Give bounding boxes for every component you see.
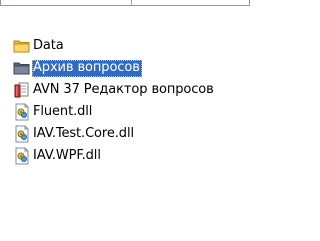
list-item-archive-folder[interactable]: Архив вопросов [13,57,315,79]
file-list: Data Архив вопросов AVN 37 Редактор вопр… [13,35,315,167]
field-divider [131,0,132,5]
list-item-fluent-dll[interactable]: Fluent.dll [13,101,315,123]
list-item-avn-editor[interactable]: AVN 37 Редактор вопросов [13,79,315,101]
folder-icon [13,37,31,55]
folder-icon [13,59,31,77]
app-exe-icon [13,81,31,99]
list-item-label: AVN 37 Редактор вопросов [33,81,214,97]
list-item-data-folder[interactable]: Data [13,35,315,57]
dll-file-icon [13,103,31,121]
list-item-iav-wpf-dll[interactable]: IAV.WPF.dll [13,145,315,167]
list-item-label: Архив вопросов [32,59,142,77]
dll-file-icon [13,125,31,143]
list-item-label: IAV.Test.Core.dll [33,125,134,141]
list-item-label: Data [33,37,64,53]
list-item-iav-test-core-dll[interactable]: IAV.Test.Core.dll [13,123,315,145]
dll-file-icon [13,147,31,165]
list-item-label: Fluent.dll [33,103,93,119]
list-item-label: IAV.WPF.dll [33,147,101,163]
address-field[interactable] [0,0,250,6]
